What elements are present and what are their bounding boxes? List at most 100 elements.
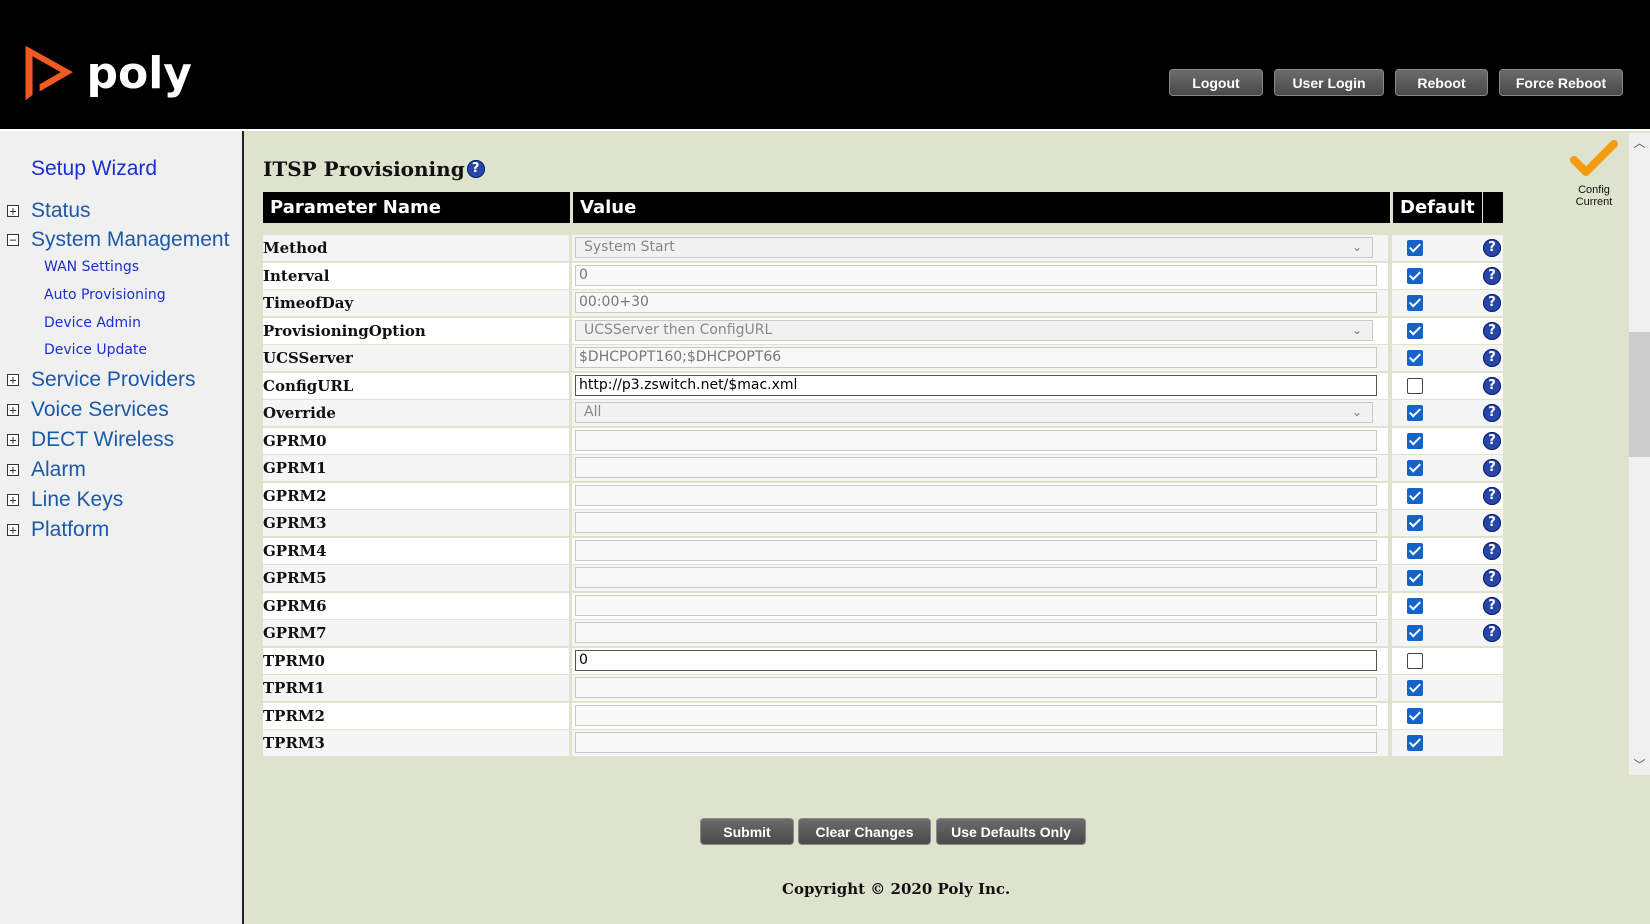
value-input[interactable] (575, 705, 1377, 726)
default-checkbox[interactable] (1407, 460, 1423, 476)
sidebar-item-line-keys[interactable]: + Line Keys (7, 488, 123, 512)
poly-logo-icon (25, 45, 73, 101)
logout-button[interactable]: Logout (1169, 69, 1263, 96)
sidebar-item-service-providers[interactable]: + Service Providers (7, 368, 196, 392)
default-cell (1392, 620, 1482, 646)
default-checkbox[interactable] (1407, 323, 1423, 339)
help-icon[interactable]: ? (1483, 514, 1501, 532)
default-checkbox[interactable] (1407, 735, 1423, 751)
help-cell: ? (1481, 373, 1503, 399)
help-icon[interactable]: ? (1483, 487, 1501, 505)
value-input[interactable] (575, 512, 1377, 533)
default-checkbox[interactable] (1407, 295, 1423, 311)
chevron-down-icon: ⌄ (1351, 405, 1362, 419)
value-input[interactable]: http://p3.zswitch.net/$mac.xml (575, 375, 1377, 396)
help-icon[interactable]: ? (1483, 432, 1501, 450)
expand-icon[interactable]: + (7, 494, 19, 506)
value-cell: 0 (572, 648, 1388, 674)
default-checkbox[interactable] (1407, 570, 1423, 586)
default-checkbox[interactable] (1407, 543, 1423, 559)
expand-icon[interactable]: + (7, 205, 19, 217)
sidebar-item-status[interactable]: + Status (7, 199, 91, 223)
sidebar-item-platform[interactable]: + Platform (7, 518, 109, 542)
default-checkbox[interactable] (1407, 405, 1423, 421)
default-checkbox[interactable] (1407, 350, 1423, 366)
use-defaults-only-button[interactable]: Use Defaults Only (936, 818, 1086, 845)
expand-icon[interactable]: + (7, 464, 19, 476)
help-icon[interactable]: ? (1483, 294, 1501, 312)
scrollbar-thumb[interactable] (1629, 332, 1650, 457)
help-cell: ? (1481, 538, 1503, 564)
clear-changes-button[interactable]: Clear Changes (798, 818, 931, 845)
force-reboot-button[interactable]: Force Reboot (1499, 69, 1623, 96)
help-icon[interactable]: ? (1483, 597, 1501, 615)
help-icon[interactable]: ? (1483, 542, 1501, 560)
sidebar-item-setup-wizard[interactable]: Setup Wizard (31, 157, 157, 181)
help-icon[interactable]: ? (1483, 624, 1501, 642)
default-checkbox[interactable] (1407, 708, 1423, 724)
help-icon[interactable]: ? (1483, 569, 1501, 587)
help-icon[interactable]: ? (1483, 377, 1501, 395)
default-checkbox[interactable] (1407, 680, 1423, 696)
table-row: GPRM2? (263, 483, 1503, 509)
value-input[interactable] (575, 567, 1377, 588)
default-checkbox[interactable] (1407, 598, 1423, 614)
value-cell (572, 428, 1388, 454)
value-input[interactable] (575, 430, 1377, 451)
expand-icon[interactable]: + (7, 434, 19, 446)
config-status: Config Current (1568, 140, 1620, 208)
default-checkbox[interactable] (1407, 625, 1423, 641)
sidebar-subitem-device-update[interactable]: Device Update (44, 342, 147, 358)
scroll-down-icon[interactable]: ﹀ (1629, 755, 1650, 775)
sidebar-item-voice-services[interactable]: + Voice Services (7, 398, 169, 422)
value-input[interactable]: 00:00+30 (575, 292, 1377, 313)
collapse-icon[interactable]: − (7, 234, 19, 246)
expand-icon[interactable]: + (7, 404, 19, 416)
value-select[interactable]: UCSServer then ConfigURL ⌄ (575, 320, 1373, 341)
value-select[interactable]: System Start ⌄ (575, 237, 1373, 258)
sidebar-subitem-device-admin[interactable]: Device Admin (44, 315, 141, 331)
sidebar-item-system-management[interactable]: − System Management (7, 228, 229, 252)
default-checkbox[interactable] (1407, 433, 1423, 449)
sidebar-subitem-wan-settings[interactable]: WAN Settings (44, 259, 139, 275)
default-checkbox[interactable] (1407, 515, 1423, 531)
table-row: GPRM3? (263, 510, 1503, 536)
expand-icon[interactable]: + (7, 374, 19, 386)
submit-button[interactable]: Submit (700, 818, 794, 845)
help-icon[interactable]: ? (1483, 322, 1501, 340)
default-cell (1392, 290, 1482, 316)
help-icon[interactable]: ? (466, 160, 485, 178)
value-input[interactable]: $DHCPOPT160;$DHCPOPT66 (575, 347, 1377, 368)
scroll-up-icon[interactable]: ︿ (1629, 133, 1650, 153)
default-checkbox[interactable] (1407, 268, 1423, 284)
help-icon[interactable]: ? (1483, 404, 1501, 422)
sidebar-item-label: Status (31, 199, 91, 222)
default-checkbox[interactable] (1407, 653, 1423, 669)
help-icon[interactable]: ? (1483, 459, 1501, 477)
value-input[interactable] (575, 457, 1377, 478)
help-icon[interactable]: ? (1483, 349, 1501, 367)
help-cell: ? (1481, 318, 1503, 344)
value-input[interactable] (575, 677, 1377, 698)
value-input[interactable]: 0 (575, 650, 1377, 671)
value-select[interactable]: All ⌄ (575, 402, 1373, 423)
value-input[interactable] (575, 540, 1377, 561)
value-input[interactable] (575, 622, 1377, 643)
default-checkbox[interactable] (1407, 240, 1423, 256)
parameter-name: UCSServer (263, 345, 569, 371)
user-login-button[interactable]: User Login (1274, 69, 1384, 96)
help-icon[interactable]: ? (1483, 267, 1501, 285)
value-input[interactable]: 0 (575, 265, 1377, 286)
default-cell (1392, 730, 1482, 756)
help-icon[interactable]: ? (1483, 239, 1501, 257)
sidebar-item-dect-wireless[interactable]: + DECT Wireless (7, 428, 174, 452)
reboot-button[interactable]: Reboot (1395, 69, 1488, 96)
default-checkbox[interactable] (1407, 488, 1423, 504)
value-input[interactable] (575, 732, 1377, 753)
sidebar-subitem-auto-provisioning[interactable]: Auto Provisioning (44, 287, 166, 303)
sidebar-item-alarm[interactable]: + Alarm (7, 458, 86, 482)
default-checkbox[interactable] (1407, 378, 1423, 394)
value-input[interactable] (575, 485, 1377, 506)
expand-icon[interactable]: + (7, 524, 19, 536)
value-input[interactable] (575, 595, 1377, 616)
